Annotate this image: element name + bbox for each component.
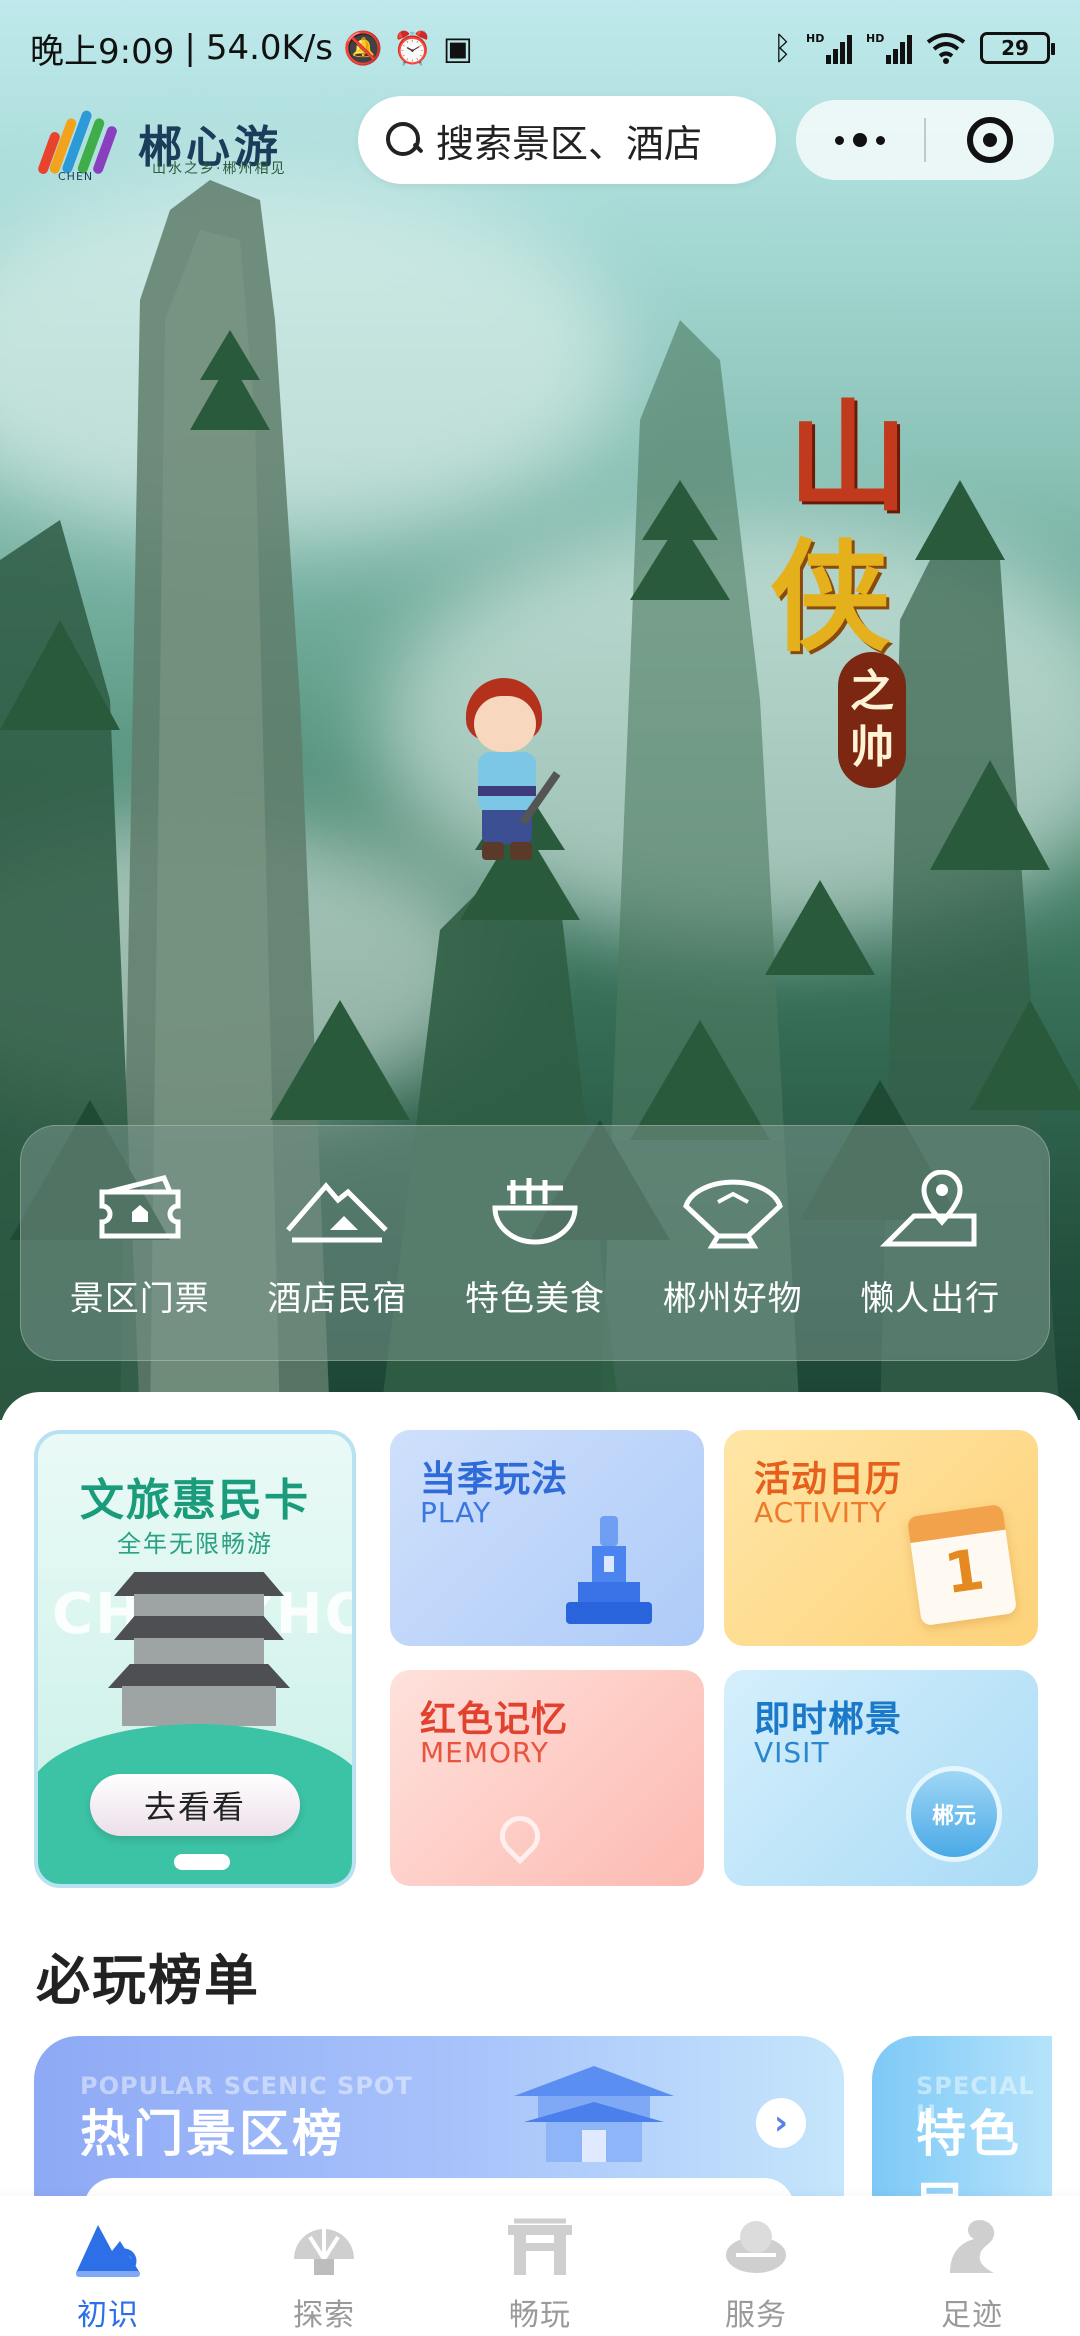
feature-subtitle: VISIT [754,1736,830,1769]
feature-subtitle: PLAY [420,1496,492,1529]
battery-icon: 29 [980,32,1055,64]
huimin-card-title: 文旅惠民卡 [80,1475,310,1526]
seal-char-top: 之 [850,666,894,717]
compass-icon [287,2212,361,2282]
mascot-character [452,678,562,868]
tab-chushi[interactable]: 初识 [18,2212,198,2334]
dot-icon [853,133,867,147]
quick-nav-label: 酒店民宿 [267,1278,408,1319]
hero-banner[interactable]: 晚上9:09 | 54.0K/s 🔕 ⏰ ▣ ᛒ HD HD 29 CHEN 郴… [0,0,1080,1420]
quick-nav-tickets[interactable]: 景区门票 [50,1167,230,1320]
feature-card-memory[interactable]: 红色记忆 MEMORY [390,1670,704,1886]
fan-icon [678,1167,788,1257]
quick-nav-hotels[interactable]: 酒店民宿 [247,1167,427,1320]
nfc-icon: ▣ [442,29,473,67]
noodle-bowl-icon [480,1167,590,1257]
app-logo[interactable]: CHEN 郴心游 山水之乡·郴州相见 [36,98,330,188]
target-icon [967,117,1013,163]
feature-subtitle: MEMORY [420,1736,549,1769]
feature-card-visit[interactable]: 即时郴景 VISIT 郴元 [724,1670,1038,1886]
search-bar[interactable]: 搜索景区、酒店 [358,96,776,184]
pavilion-icon [514,2066,674,2162]
feature-card-play[interactable]: 当季玩法 PLAY [390,1430,704,1646]
logo-subtitle: 山水之乡·郴州相见 [152,161,287,177]
feature-card-activity[interactable]: 活动日历 ACTIVITY 1 [724,1430,1038,1646]
calendar-icon: 1 [906,1503,1018,1627]
status-time: 晚上9:09 [30,31,175,72]
go-see-button[interactable]: 去看看 [90,1774,300,1836]
ranking-title: 热门景区榜 [80,2105,345,2163]
tab-label: 初识 [77,2298,139,2333]
search-icon [386,122,422,158]
quick-nav-goods[interactable]: 郴州好物 [643,1167,823,1320]
service-icon [719,2212,793,2282]
hotel-icon [282,1167,392,1257]
dragon-icon [935,2212,1009,2282]
map-pin-icon [875,1167,985,1257]
hero-title-char-2: 侠 [770,527,890,668]
tab-label: 服务 [725,2298,787,2333]
tab-zuji[interactable]: 足迹 [882,2212,1062,2334]
miniprogram-capsule [796,100,1054,180]
huimin-card-subtitle: 全年无限畅游 [117,1530,273,1558]
hero-seal: 之 帅 [838,652,906,788]
coin-text: 郴元 [931,1804,976,1829]
seal-char-bottom: 帅 [850,722,894,773]
feature-subtitle: ACTIVITY [754,1496,888,1529]
mountain-logo-icon [71,2212,145,2282]
section-title-ranking: 必玩榜单 [36,1949,260,2012]
tab-fuwu[interactable]: 服务 [666,2212,846,2334]
dot-icon [835,135,844,145]
wifi-icon [926,33,966,64]
tower-illustration [108,1572,290,1726]
carousel-indicator [174,1854,230,1870]
feature-title: 当季玩法 [420,1459,569,1500]
logo-mark-icon: CHEN [36,103,130,183]
quick-nav-label: 特色美食 [464,1278,605,1319]
feature-title: 即时郴景 [754,1699,903,1740]
tab-label: 足迹 [941,2298,1003,2333]
dot-icon [876,135,885,145]
quick-nav-label: 郴州好物 [662,1278,803,1319]
mute-icon: 🔕 [343,29,383,67]
tab-label: 探索 [293,2298,355,2333]
quick-nav-travel[interactable]: 懒人出行 [840,1167,1020,1320]
tower-icon [566,1516,652,1624]
quick-nav-food[interactable]: 特色美食 [445,1167,625,1320]
tab-tansuo[interactable]: 探索 [234,2212,414,2334]
feature-title: 活动日历 [754,1459,903,1500]
bottom-tab-bar: 初识 探索 畅玩 服务 足迹 [0,2196,1080,2336]
net-speed: 54.0K/s [205,28,333,68]
gate-icon [503,2212,577,2282]
logo-mark-label: CHEN [58,170,94,183]
bluetooth-icon: ᛒ [772,29,792,67]
location-pin-icon [491,1807,549,1865]
quick-nav-label: 懒人出行 [860,1278,1001,1319]
signal-hd-icon: HD [866,32,912,64]
svg-text:HD: HD [866,32,884,45]
feature-title: 红色记忆 [420,1699,569,1740]
status-separator: | [184,28,196,68]
status-bar: 晚上9:09 | 54.0K/s 🔕 ⏰ ▣ ᛒ HD HD 29 [0,0,1080,96]
signal-hd-icon: HD [806,32,852,64]
close-miniprogram-button[interactable] [926,100,1054,180]
chevron-right-icon[interactable]: › [756,2098,806,2148]
huimin-card[interactable]: 文旅惠民卡 全年无限畅游 CHENZHOU 去看看 [34,1430,356,1888]
more-options-button[interactable] [796,100,924,180]
quick-nav: 景区门票 酒店民宿 特色美食 郴州好物 懒人出行 [20,1125,1050,1361]
tab-label: 畅玩 [509,2298,571,2333]
calendar-day: 1 [940,1537,989,1608]
search-placeholder: 搜索景区、酒店 [436,121,703,166]
ticket-icon [85,1167,195,1257]
battery-level: 29 [1001,36,1029,60]
svg-text:HD: HD [806,32,824,45]
alarm-icon: ⏰ [392,29,433,67]
quick-nav-label: 景区门票 [69,1278,210,1319]
top-header: CHEN 郴心游 山水之乡·郴州相见 搜索景区、酒店 [0,92,1080,192]
tab-changwan[interactable]: 畅玩 [450,2212,630,2334]
coin-icon: 郴元 [906,1766,1002,1862]
